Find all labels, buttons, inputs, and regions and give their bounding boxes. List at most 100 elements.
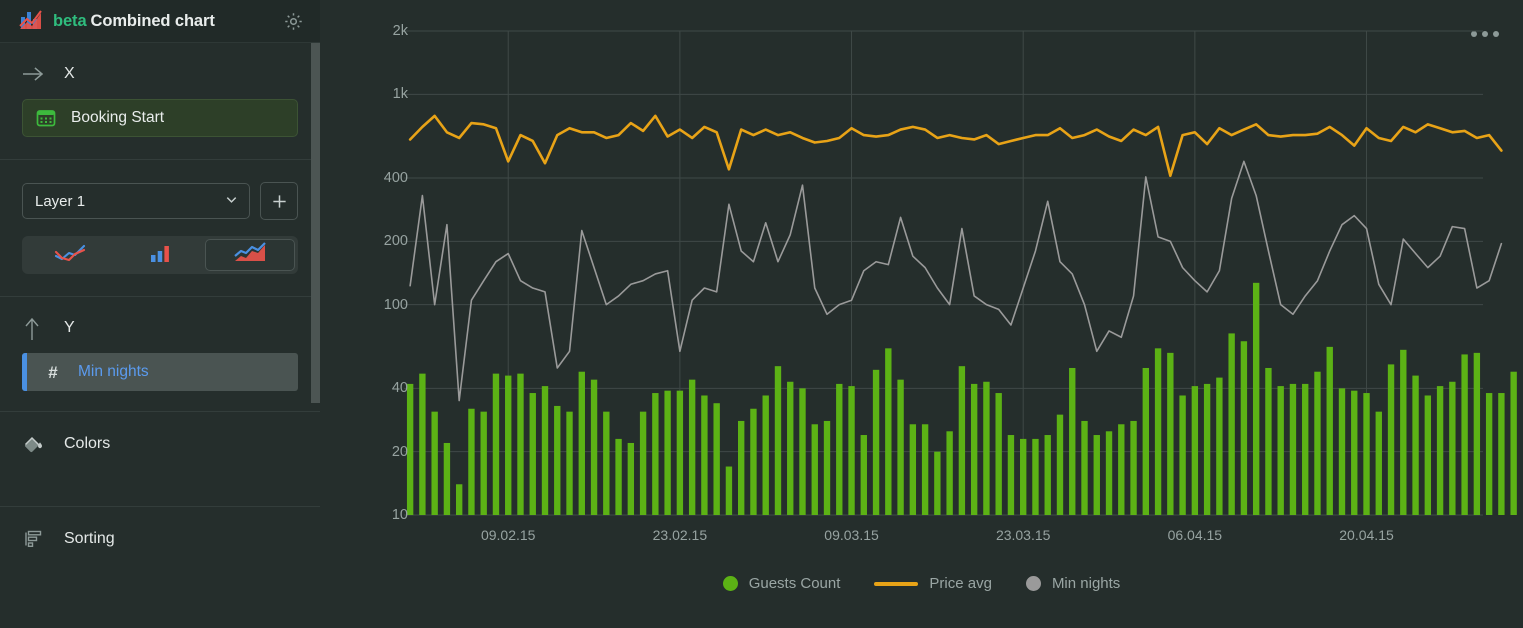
sorting-section-row: Sorting: [22, 507, 298, 571]
bar: [688, 379, 696, 515]
bar: [1485, 393, 1493, 515]
y-axis-label: Y: [64, 319, 75, 336]
colors-label: Colors: [64, 435, 111, 452]
x-tick-label: 23.03.15: [995, 527, 1051, 543]
bar: [897, 379, 904, 515]
y-tick-label: 200: [383, 233, 408, 250]
y-field-label: Min nights: [78, 363, 149, 380]
sidebar: beta Combined chart X Booking Start Laye…: [0, 0, 320, 628]
legend-dot-marker: [1025, 576, 1041, 591]
sorting-icon: [22, 527, 52, 551]
layer-row: Layer 1: [22, 160, 298, 220]
combined-chart-logo-icon: [18, 8, 44, 34]
bar: [946, 431, 953, 515]
add-layer-button[interactable]: [260, 182, 298, 220]
y-tick-label: 2k: [392, 23, 408, 39]
legend-label: Min nights: [1051, 575, 1121, 592]
legend-item-guests-count[interactable]: Guests Count: [722, 575, 841, 592]
hash-icon: #: [48, 362, 58, 382]
bar: [983, 381, 990, 515]
y-tick-label: 10: [391, 507, 408, 523]
legend-label: Price avg: [929, 575, 992, 592]
chart-legend: Guests Count Price avg Min nights: [320, 575, 1523, 592]
layer-select-value: Layer 1: [35, 192, 86, 210]
x-field-label: Booking Start: [71, 109, 165, 126]
bar: [836, 383, 843, 515]
legend-item-price-avg[interactable]: Price avg: [874, 575, 992, 592]
bar: [419, 373, 426, 515]
bar: [492, 373, 500, 515]
area-chart-icon: [232, 241, 268, 269]
bar: [1105, 431, 1113, 515]
bar: [848, 386, 855, 515]
chart-type-line-button[interactable]: [25, 239, 115, 271]
bar: [1056, 414, 1064, 515]
layer-select[interactable]: Layer 1: [22, 183, 250, 219]
bar: [1375, 411, 1382, 515]
bar: [958, 366, 966, 515]
bar: [541, 386, 549, 515]
bar: [554, 405, 561, 515]
bar: [431, 411, 438, 515]
bar: [1203, 383, 1211, 515]
bar: [1191, 386, 1199, 515]
bar: [1363, 393, 1370, 515]
bar: [505, 375, 512, 515]
bar: [860, 435, 867, 515]
app-title-text: Combined chart: [90, 11, 215, 30]
bar: [995, 393, 1002, 515]
chart-type-area-button[interactable]: [205, 239, 295, 271]
y-tick-label: 1k: [392, 86, 408, 103]
bar: [1302, 383, 1309, 515]
x-tick-label: 09.02.15: [480, 527, 536, 543]
bar: [725, 466, 733, 515]
legend-label: Guests Count: [748, 575, 841, 592]
x-tick-label: 23.02.15: [652, 527, 708, 543]
bar: [603, 411, 610, 515]
x-axis-label: X: [64, 65, 75, 82]
bar: [1007, 435, 1015, 515]
bar: [1473, 352, 1481, 515]
plus-icon: [271, 193, 288, 210]
legend-line-marker: [874, 581, 919, 586]
series-line-min-nights: [409, 160, 1503, 402]
bar: [1461, 354, 1468, 515]
x-axis-header: X: [22, 43, 298, 99]
bar: [1228, 333, 1235, 515]
x-tick-label: 20.04.15: [1339, 527, 1394, 543]
bar: [1412, 375, 1419, 515]
y-tick-label: 40: [391, 380, 408, 397]
sidebar-scrollbar[interactable]: [311, 43, 320, 403]
layer-panel: Layer 1: [0, 160, 320, 274]
bar: [701, 395, 708, 515]
app-title: beta Combined chart: [53, 12, 215, 31]
gear-icon[interactable]: [280, 8, 306, 34]
bar: [1498, 393, 1505, 515]
bar: [1314, 371, 1321, 515]
bar: [1265, 367, 1272, 515]
bar: [750, 408, 757, 515]
bar: [713, 403, 720, 515]
bar: [921, 424, 929, 515]
colors-panel[interactable]: Colors: [0, 412, 320, 506]
bar-chart-icon: [148, 243, 172, 268]
x-field-booking-start[interactable]: Booking Start: [22, 99, 298, 137]
legend-dot-marker: [722, 576, 738, 591]
x-axis-panel: X Booking Start: [0, 43, 320, 137]
chart-type-bar-button[interactable]: [115, 239, 205, 271]
legend-item-min-nights[interactable]: Min nights: [1025, 575, 1121, 592]
bar: [1154, 348, 1162, 515]
bar: [1289, 383, 1297, 515]
sorting-panel[interactable]: Sorting: [0, 507, 320, 591]
bar: [1167, 352, 1174, 515]
bar: [1400, 349, 1407, 515]
chart-plot: [404, 30, 1517, 516]
bar: [1424, 395, 1432, 515]
bar: [774, 366, 782, 515]
y-axis-header: Y: [22, 297, 298, 353]
y-field-min-nights[interactable]: # Min nights: [22, 353, 298, 391]
bar: [1326, 346, 1333, 515]
beta-badge: beta: [53, 11, 87, 30]
bar: [1338, 388, 1346, 515]
bar: [1216, 377, 1223, 515]
